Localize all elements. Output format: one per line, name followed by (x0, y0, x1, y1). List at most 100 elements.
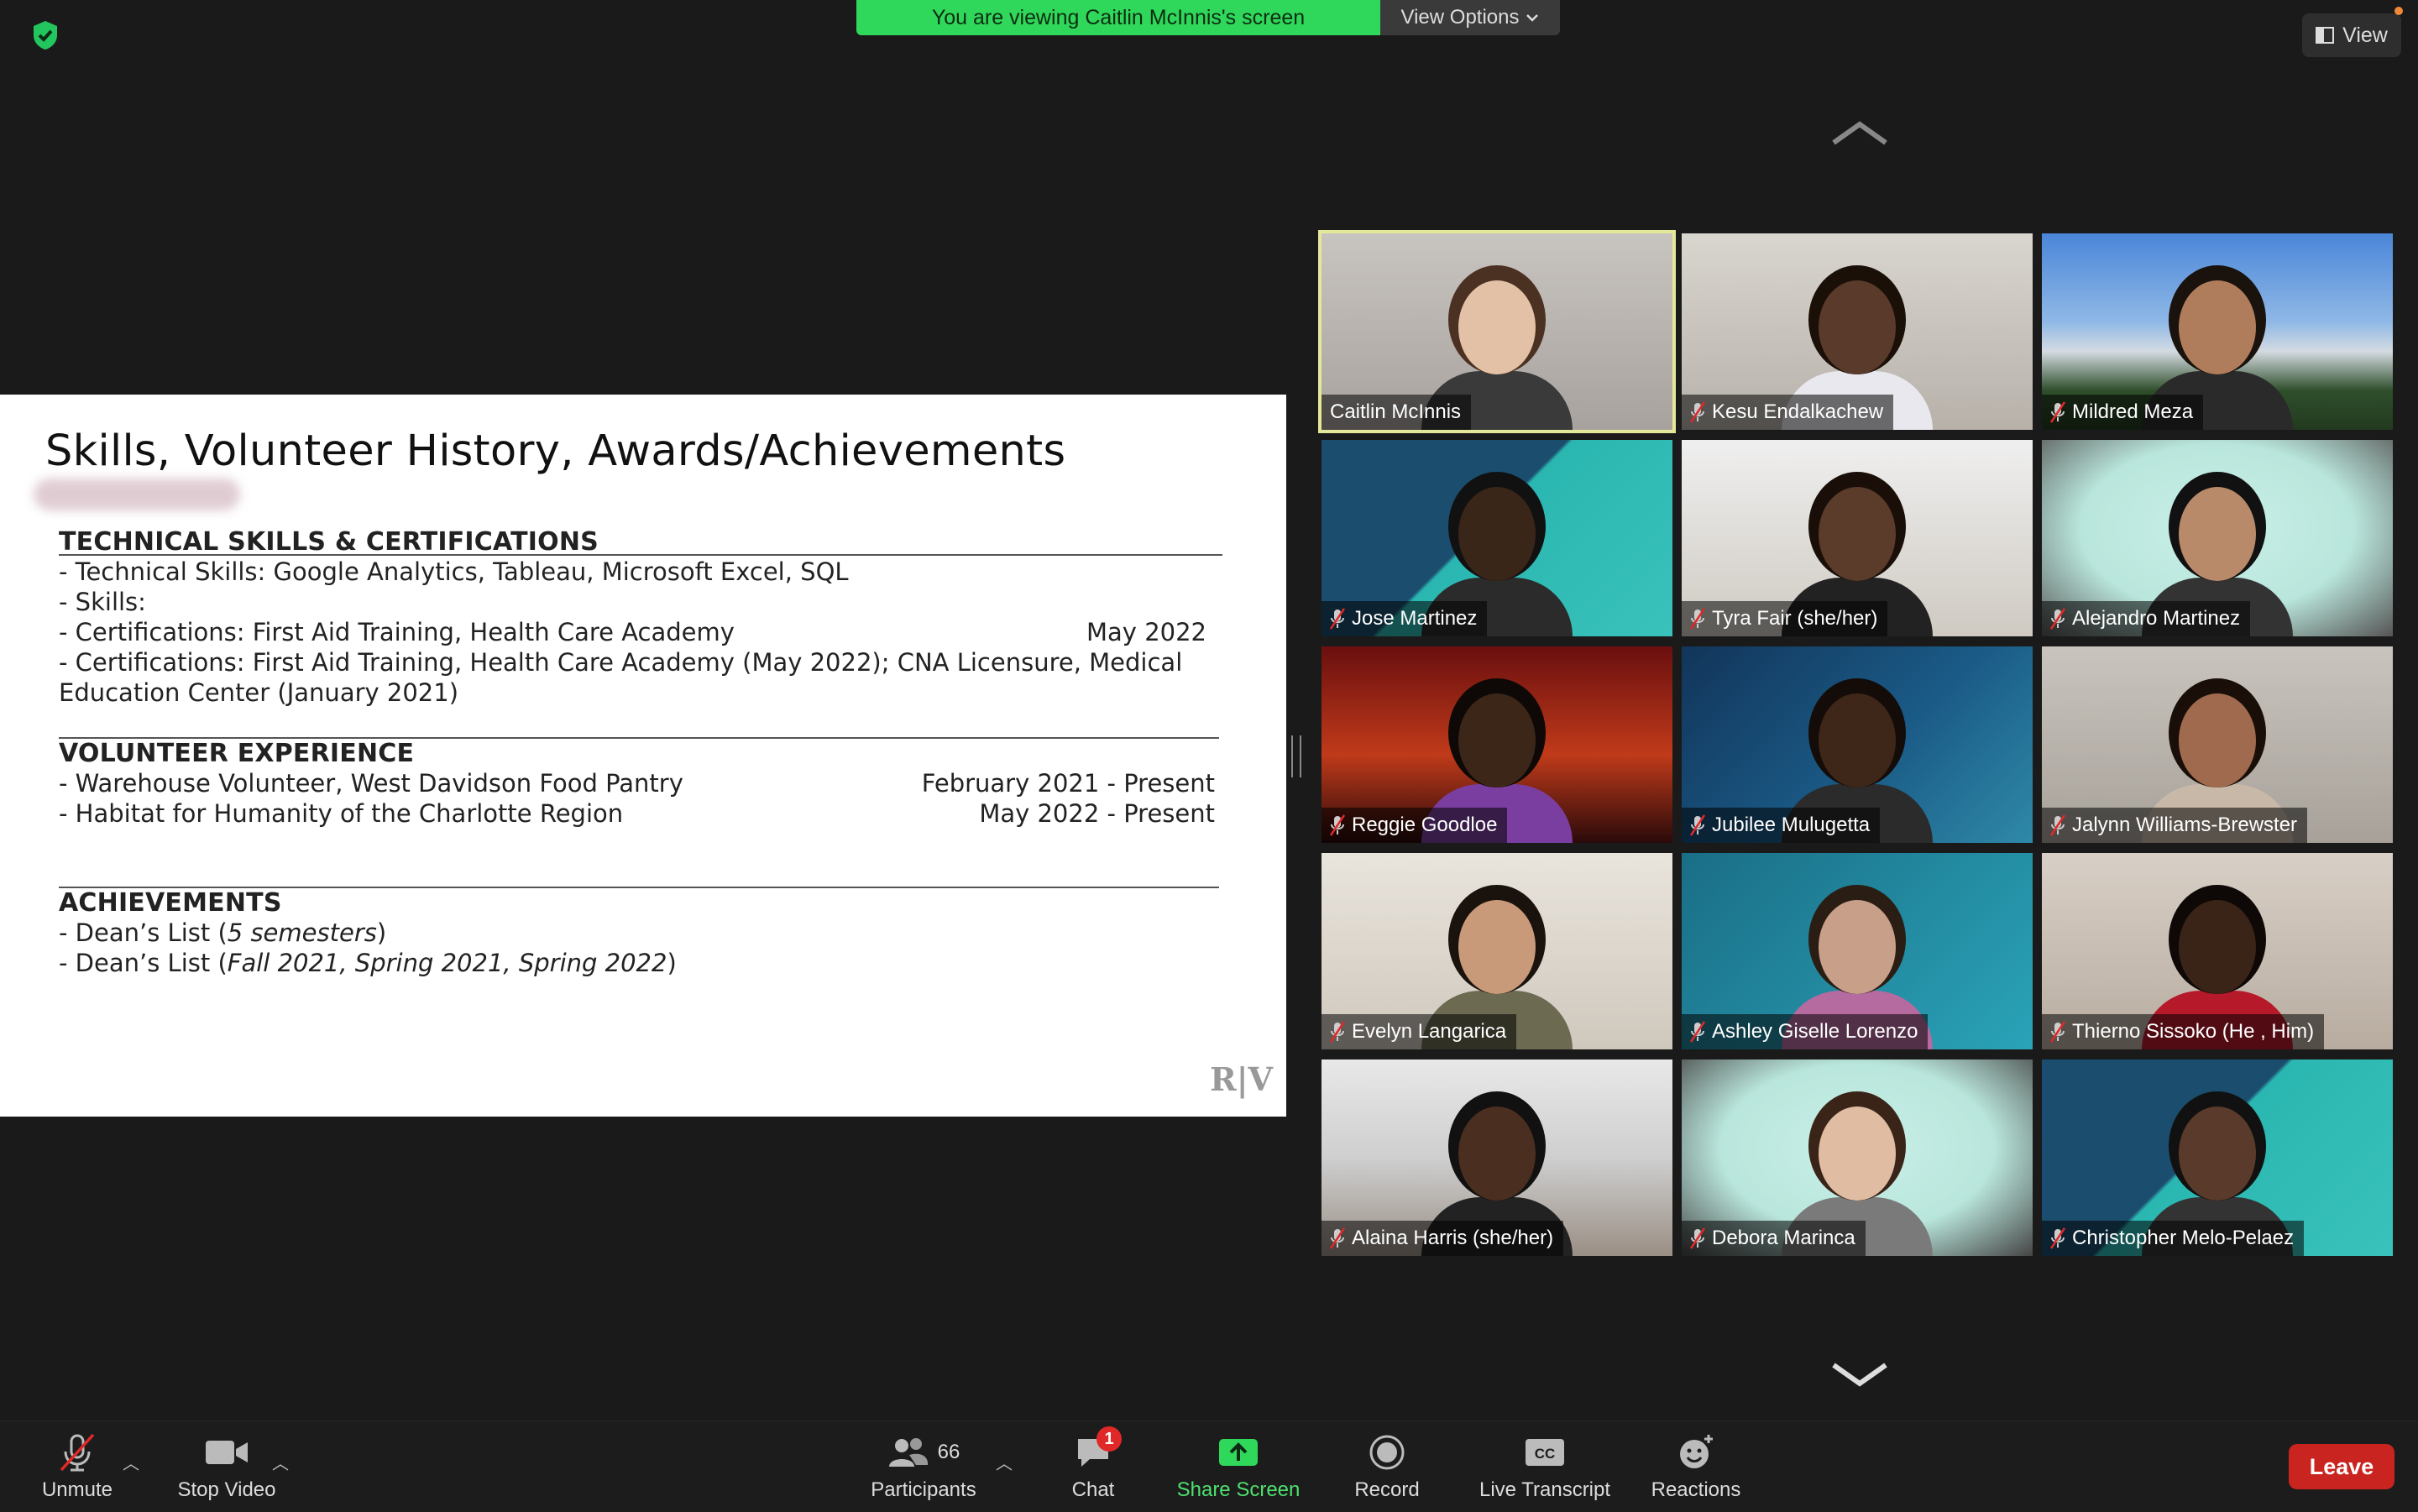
record-label: Record (1354, 1478, 1420, 1501)
viewing-screen-text: You are viewing Caitlin McInnis's screen (856, 0, 1380, 35)
share-screen-button[interactable]: Share Screen (1167, 1421, 1310, 1512)
participant-name: Evelyn Langarica (1352, 1020, 1507, 1043)
participant-face (1819, 280, 1896, 374)
chevron-down-icon (1526, 14, 1539, 22)
participant-face (1819, 900, 1896, 994)
participant-video-tile[interactable]: Jalynn Williams-Brewster (2042, 646, 2393, 843)
view-label: View (2342, 23, 2388, 47)
participant-name-tag: Caitlin McInnis (1322, 395, 1472, 430)
microphone-muted-icon (1690, 1227, 1705, 1249)
chat-label: Chat (1071, 1478, 1115, 1501)
share-screen-icon (1219, 1439, 1258, 1466)
participant-name-tag: Mildred Meza (2042, 395, 2204, 430)
participant-video-tile[interactable]: Alaina Harris (she/her) (1322, 1059, 1672, 1256)
participant-name: Mildred Meza (2072, 400, 2194, 423)
audio-options-caret-icon[interactable]: ︿ (123, 1450, 139, 1474)
participants-button[interactable]: 66 Participants (865, 1421, 982, 1512)
microphone-muted-icon (1330, 1021, 1345, 1043)
meeting-toolbar: Unmute ︿ Stop Video ︿ 66 Participants ︿ … (0, 1420, 2418, 1512)
participant-video-tile[interactable]: Kesu Endalkachew (1682, 233, 2033, 430)
security-shield-icon[interactable] (29, 18, 62, 52)
participant-face (2179, 900, 2256, 994)
participant-name: Christopher Melo-Pelaez (2072, 1227, 2295, 1249)
participant-video-tile[interactable]: Ashley Giselle Lorenzo (1682, 853, 2033, 1049)
participant-name: Ashley Giselle Lorenzo (1712, 1020, 1918, 1043)
participant-name: Jose Martinez (1352, 607, 1478, 630)
slide-title: Skills, Volunteer History, Awards/Achiev… (45, 426, 1066, 476)
participant-face (1458, 487, 1536, 581)
participant-face (1819, 487, 1896, 581)
participant-video-tile[interactable]: Mildred Meza (2042, 233, 2393, 430)
video-options-caret-icon[interactable]: ︿ (272, 1450, 289, 1474)
chat-unread-badge: 1 (1096, 1426, 1122, 1452)
technical-line: - Technical Skills: Google Analytics, Ta… (59, 557, 849, 586)
participant-name-tag: Evelyn Langarica (1322, 1014, 1517, 1049)
participant-name-tag: Ashley Giselle Lorenzo (1682, 1014, 1929, 1049)
participant-video-tile[interactable]: Debora Marinca (1682, 1059, 2033, 1256)
record-icon (1369, 1435, 1405, 1470)
unmute-button[interactable]: Unmute (34, 1421, 121, 1512)
panel-splitter-handle[interactable] (1291, 735, 1301, 777)
participant-video-tile[interactable]: Caitlin McInnis (1318, 230, 1676, 433)
scroll-up-icon[interactable] (1830, 118, 1889, 151)
participant-face (2179, 487, 2256, 581)
view-layout-button[interactable]: View (2302, 13, 2401, 57)
leave-meeting-button[interactable]: Leave (2289, 1444, 2394, 1489)
microphone-muted-icon (2050, 1227, 2065, 1249)
live-transcript-button[interactable]: CC Live Transcript (1469, 1421, 1620, 1512)
microphone-muted-icon (2050, 1021, 2065, 1043)
technical-line: - Skills: (59, 588, 146, 616)
participant-name: Alaina Harris (she/her) (1352, 1227, 1554, 1249)
reactions-smiley-icon (1680, 1435, 1713, 1468)
scroll-down-icon[interactable] (1830, 1357, 1889, 1390)
microphone-muted-icon (2050, 401, 2065, 423)
participant-video-tile[interactable]: Jose Martinez (1322, 440, 1672, 636)
participant-face (2179, 1107, 2256, 1201)
participant-name: Thierno Sissoko (He , Him) (2072, 1020, 2315, 1043)
participants-icon (888, 1438, 928, 1467)
participant-name-tag: Tyra Fair (she/her) (1682, 601, 1888, 636)
participant-name: Jalynn Williams-Brewster (2072, 814, 2298, 836)
participant-video-tile[interactable]: Thierno Sissoko (He , Him) (2042, 853, 2393, 1049)
volunteer-date: May 2022 - Present (979, 799, 1215, 828)
shared-screen-slide: Skills, Volunteer History, Awards/Achiev… (0, 395, 1286, 1117)
svg-text:CC: CC (1535, 1446, 1556, 1462)
participant-video-tile[interactable]: Jubilee Mulugetta (1682, 646, 2033, 843)
microphone-muted-icon (1690, 608, 1705, 630)
participant-video-tile[interactable]: Alejandro Martinez (2042, 440, 2393, 636)
participant-face (1458, 1107, 1536, 1201)
certification-date: May 2022 (1086, 618, 1206, 646)
microphone-muted-icon (2050, 814, 2065, 836)
redacted-smudge (34, 479, 240, 510)
microphone-muted-icon (1330, 608, 1345, 630)
participants-label: Participants (871, 1478, 976, 1501)
live-transcript-label: Live Transcript (1479, 1478, 1611, 1501)
reactions-button[interactable]: Reactions (1646, 1421, 1746, 1512)
participants-options-caret-icon[interactable]: ︿ (996, 1450, 1013, 1474)
participant-video-tile[interactable]: Christopher Melo-Pelaez (2042, 1059, 2393, 1256)
stop-video-button[interactable]: Stop Video (168, 1421, 285, 1512)
participant-video-tile[interactable]: Reggie Goodloe (1322, 646, 1672, 843)
microphone-muted-icon (1330, 814, 1345, 836)
view-options-button[interactable]: View Options (1380, 0, 1560, 35)
notification-dot (2394, 7, 2403, 15)
participant-video-tile[interactable]: Tyra Fair (she/her) (1682, 440, 2033, 636)
share-screen-label: Share Screen (1176, 1478, 1301, 1501)
participant-name: Tyra Fair (she/her) (1712, 607, 1878, 630)
chat-button[interactable]: 1 Chat (1060, 1421, 1127, 1512)
participant-name-tag: Jalynn Williams-Brewster (2042, 808, 2308, 843)
participant-video-tile[interactable]: Evelyn Langarica (1322, 853, 1672, 1049)
participant-face (2179, 280, 2256, 374)
participant-name-tag: Jubilee Mulugetta (1682, 808, 1881, 843)
record-button[interactable]: Record (1347, 1421, 1427, 1512)
microphone-muted-icon (1690, 1021, 1705, 1043)
achievement-line: - Dean’s List (Fall 2021, Spring 2021, S… (59, 949, 677, 977)
participant-name-tag: Alejandro Martinez (2042, 601, 2251, 636)
divider (59, 554, 1222, 556)
participant-name: Caitlin McInnis (1330, 400, 1462, 423)
achievements-heading: ACHIEVEMENTS (59, 888, 282, 918)
screen-share-banner: You are viewing Caitlin McInnis's screen… (856, 0, 1560, 35)
microphone-muted-icon (1690, 401, 1705, 423)
rv-logo: R|V (1210, 1060, 1273, 1098)
reactions-label: Reactions (1651, 1478, 1741, 1501)
